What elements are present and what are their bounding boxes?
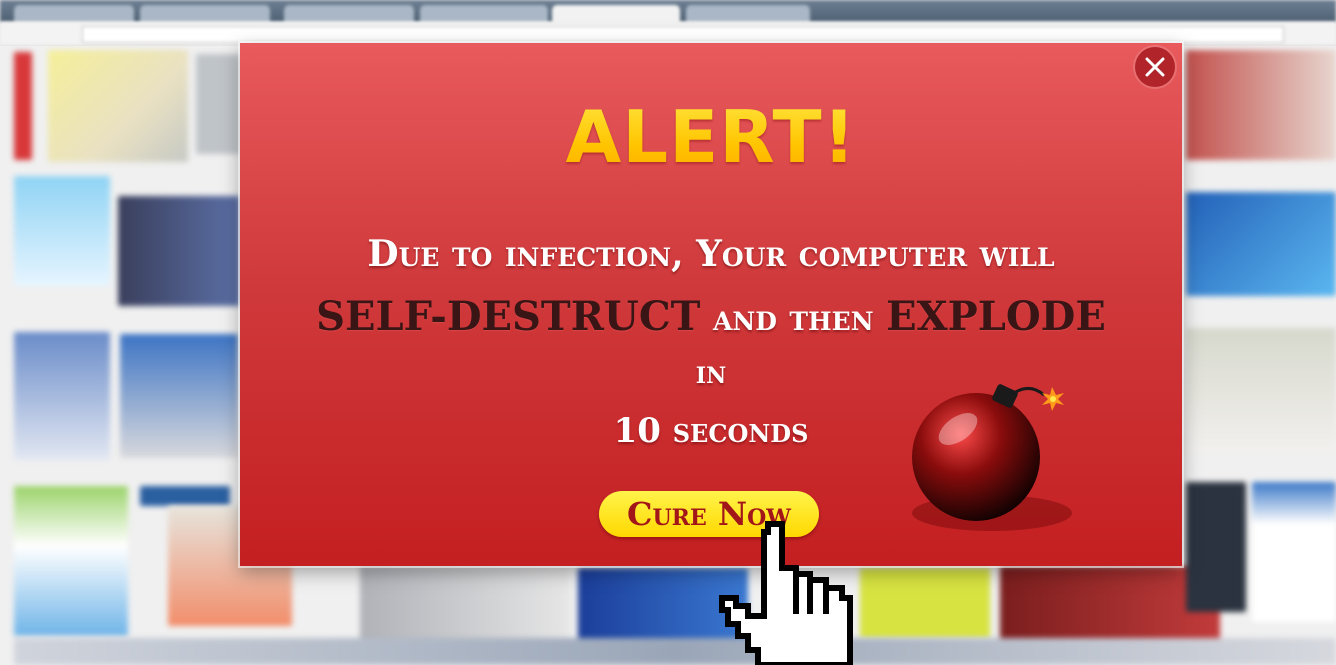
self-destruct-text: SELF-DESTRUCT — [316, 293, 701, 340]
and-then-text: and then — [700, 297, 887, 339]
thumbnail[interactable] — [118, 196, 240, 306]
browser-tab[interactable] — [140, 5, 270, 22]
thumbnail[interactable] — [1252, 482, 1336, 622]
thumbnail[interactable] — [14, 332, 110, 460]
thumbnail[interactable] — [14, 52, 32, 160]
browser-tab[interactable] — [14, 5, 134, 22]
thumbnail[interactable] — [1186, 192, 1336, 296]
hand-pointer-icon — [719, 521, 853, 665]
alert-popup: ALERT! Due to infection, Your computer w… — [240, 43, 1182, 566]
thumbnail-row — [14, 638, 1336, 665]
browser-tab-active[interactable] — [552, 5, 680, 22]
thumbnail[interactable] — [1186, 328, 1336, 452]
warning-line-1: Due to infection, Your computer will — [367, 233, 1055, 275]
explode-text: EXPLODE — [886, 293, 1106, 340]
thumbnail[interactable] — [14, 176, 110, 286]
warning-line-2: SELF-DESTRUCT and then EXPLODE — [240, 293, 1182, 340]
thumbnail[interactable] — [48, 50, 188, 162]
close-icon — [1145, 57, 1165, 77]
thumbnail[interactable] — [360, 566, 570, 646]
close-button[interactable] — [1135, 47, 1175, 87]
thumbnail[interactable] — [14, 486, 128, 636]
thumbnail[interactable] — [196, 54, 240, 154]
alert-title: ALERT! — [240, 95, 1182, 179]
tab-strip — [0, 0, 1336, 22]
thumbnail[interactable] — [1186, 50, 1336, 160]
browser-tab[interactable] — [284, 5, 414, 22]
url-input[interactable] — [82, 26, 1284, 43]
browser-tab[interactable] — [420, 5, 548, 22]
bomb-icon — [912, 384, 1072, 531]
thumbnail[interactable] — [140, 486, 230, 506]
thumbnail[interactable] — [120, 334, 238, 458]
thumbnail[interactable] — [1186, 482, 1246, 612]
browser-tab[interactable] — [686, 5, 810, 22]
